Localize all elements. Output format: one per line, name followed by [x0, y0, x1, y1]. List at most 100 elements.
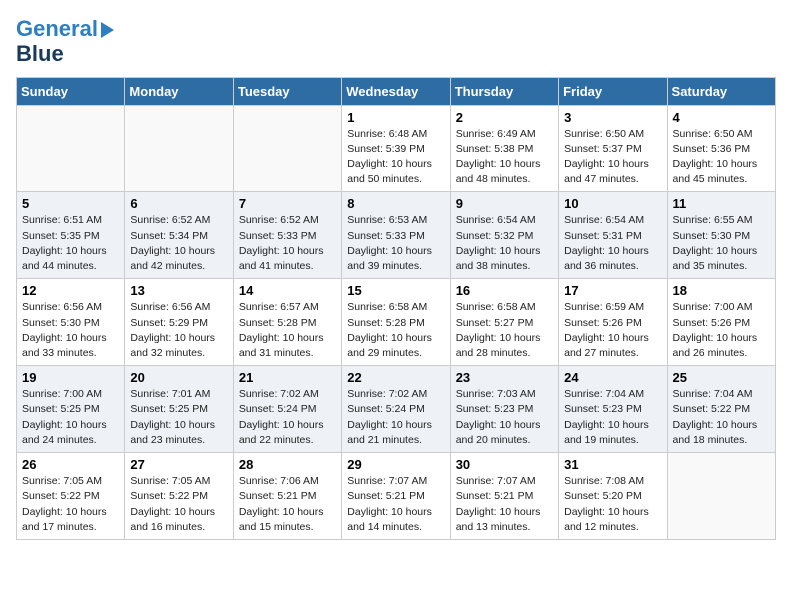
day-info: Sunrise: 7:02 AM Sunset: 5:24 PM Dayligh… [347, 387, 444, 448]
day-number: 31 [564, 457, 661, 472]
day-info: Sunrise: 7:02 AM Sunset: 5:24 PM Dayligh… [239, 387, 336, 448]
day-info: Sunrise: 7:01 AM Sunset: 5:25 PM Dayligh… [130, 387, 227, 448]
day-number: 30 [456, 457, 553, 472]
day-info: Sunrise: 7:05 AM Sunset: 5:22 PM Dayligh… [22, 474, 119, 535]
day-number: 19 [22, 370, 119, 385]
calendar-cell: 25 Sunrise: 7:04 AM Sunset: 5:22 PM Dayli… [667, 366, 775, 453]
day-number: 16 [456, 283, 553, 298]
logo-text: General [16, 16, 114, 41]
logo-blue: Blue [16, 41, 114, 66]
calendar-cell: 7 Sunrise: 6:52 AM Sunset: 5:33 PM Daylig… [233, 192, 341, 279]
day-info: Sunrise: 6:54 AM Sunset: 5:31 PM Dayligh… [564, 213, 661, 274]
day-number: 1 [347, 110, 444, 125]
calendar-cell: 18 Sunrise: 7:00 AM Sunset: 5:26 PM Dayli… [667, 279, 775, 366]
calendar-cell: 9 Sunrise: 6:54 AM Sunset: 5:32 PM Daylig… [450, 192, 558, 279]
calendar-cell: 11 Sunrise: 6:55 AM Sunset: 5:30 PM Dayli… [667, 192, 775, 279]
day-number: 28 [239, 457, 336, 472]
day-info: Sunrise: 7:08 AM Sunset: 5:20 PM Dayligh… [564, 474, 661, 535]
calendar-cell: 13 Sunrise: 6:56 AM Sunset: 5:29 PM Dayli… [125, 279, 233, 366]
day-number: 14 [239, 283, 336, 298]
day-info: Sunrise: 6:52 AM Sunset: 5:33 PM Dayligh… [239, 213, 336, 274]
day-info: Sunrise: 6:49 AM Sunset: 5:38 PM Dayligh… [456, 127, 553, 188]
day-info: Sunrise: 6:58 AM Sunset: 5:27 PM Dayligh… [456, 300, 553, 361]
day-info: Sunrise: 7:06 AM Sunset: 5:21 PM Dayligh… [239, 474, 336, 535]
weekday-sunday: Sunday [17, 77, 125, 105]
day-info: Sunrise: 6:56 AM Sunset: 5:30 PM Dayligh… [22, 300, 119, 361]
calendar-cell: 10 Sunrise: 6:54 AM Sunset: 5:31 PM Dayli… [559, 192, 667, 279]
day-number: 10 [564, 196, 661, 211]
day-info: Sunrise: 7:04 AM Sunset: 5:23 PM Dayligh… [564, 387, 661, 448]
day-number: 6 [130, 196, 227, 211]
day-info: Sunrise: 6:48 AM Sunset: 5:39 PM Dayligh… [347, 127, 444, 188]
calendar-cell: 17Sunrise: 6:59 AM Sunset: 5:26 PM Dayli… [559, 279, 667, 366]
calendar-cell: 5Sunrise: 6:51 AM Sunset: 5:35 PM Daylig… [17, 192, 125, 279]
day-info: Sunrise: 6:51 AM Sunset: 5:35 PM Dayligh… [22, 213, 119, 274]
day-info: Sunrise: 6:53 AM Sunset: 5:33 PM Dayligh… [347, 213, 444, 274]
weekday-tuesday: Tuesday [233, 77, 341, 105]
calendar-cell: 4 Sunrise: 6:50 AM Sunset: 5:36 PM Daylig… [667, 105, 775, 192]
calendar-cell: 20Sunrise: 7:01 AM Sunset: 5:25 PM Dayli… [125, 366, 233, 453]
day-number: 26 [22, 457, 119, 472]
calendar-cell: 12 Sunrise: 6:56 AM Sunset: 5:30 PM Dayli… [17, 279, 125, 366]
day-info: Sunrise: 6:50 AM Sunset: 5:36 PM Dayligh… [673, 127, 770, 188]
calendar-cell [125, 105, 233, 192]
calendar-cell: 24 Sunrise: 7:04 AM Sunset: 5:23 PM Dayli… [559, 366, 667, 453]
day-info: Sunrise: 7:03 AM Sunset: 5:23 PM Dayligh… [456, 387, 553, 448]
day-number: 29 [347, 457, 444, 472]
logo: General Blue [16, 16, 114, 67]
day-info: Sunrise: 7:07 AM Sunset: 5:21 PM Dayligh… [456, 474, 553, 535]
day-info: Sunrise: 6:54 AM Sunset: 5:32 PM Dayligh… [456, 213, 553, 274]
day-info: Sunrise: 6:50 AM Sunset: 5:37 PM Dayligh… [564, 127, 661, 188]
weekday-thursday: Thursday [450, 77, 558, 105]
day-number: 4 [673, 110, 770, 125]
calendar-cell: 19 Sunrise: 7:00 AM Sunset: 5:25 PM Dayli… [17, 366, 125, 453]
calendar-cell: 21 Sunrise: 7:02 AM Sunset: 5:24 PM Dayli… [233, 366, 341, 453]
day-info: Sunrise: 6:55 AM Sunset: 5:30 PM Dayligh… [673, 213, 770, 274]
day-number: 18 [673, 283, 770, 298]
day-number: 25 [673, 370, 770, 385]
day-number: 21 [239, 370, 336, 385]
day-info: Sunrise: 7:00 AM Sunset: 5:26 PM Dayligh… [673, 300, 770, 361]
calendar-cell: 2Sunrise: 6:49 AM Sunset: 5:38 PM Daylig… [450, 105, 558, 192]
week-row-2: 5Sunrise: 6:51 AM Sunset: 5:35 PM Daylig… [17, 192, 776, 279]
weekday-wednesday: Wednesday [342, 77, 450, 105]
weekday-friday: Friday [559, 77, 667, 105]
calendar-table: SundayMondayTuesdayWednesdayThursdayFrid… [16, 77, 776, 540]
day-number: 7 [239, 196, 336, 211]
day-info: Sunrise: 6:57 AM Sunset: 5:28 PM Dayligh… [239, 300, 336, 361]
week-row-3: 12 Sunrise: 6:56 AM Sunset: 5:30 PM Dayli… [17, 279, 776, 366]
calendar-cell [667, 453, 775, 540]
calendar-cell: 23 Sunrise: 7:03 AM Sunset: 5:23 PM Dayli… [450, 366, 558, 453]
day-number: 11 [673, 196, 770, 211]
calendar-cell: 14 Sunrise: 6:57 AM Sunset: 5:28 PM Dayli… [233, 279, 341, 366]
day-number: 9 [456, 196, 553, 211]
page-header: General Blue [16, 16, 776, 67]
day-info: Sunrise: 7:00 AM Sunset: 5:25 PM Dayligh… [22, 387, 119, 448]
calendar-body: 1 Sunrise: 6:48 AM Sunset: 5:39 PM Daylig… [17, 105, 776, 539]
day-info: Sunrise: 7:04 AM Sunset: 5:22 PM Dayligh… [673, 387, 770, 448]
day-number: 12 [22, 283, 119, 298]
day-info: Sunrise: 7:07 AM Sunset: 5:21 PM Dayligh… [347, 474, 444, 535]
calendar-cell: 28 Sunrise: 7:06 AM Sunset: 5:21 PM Dayli… [233, 453, 341, 540]
day-number: 22 [347, 370, 444, 385]
day-number: 23 [456, 370, 553, 385]
day-number: 27 [130, 457, 227, 472]
calendar-cell: 15Sunrise: 6:58 AM Sunset: 5:28 PM Dayli… [342, 279, 450, 366]
calendar-cell: 27 Sunrise: 7:05 AM Sunset: 5:22 PM Dayli… [125, 453, 233, 540]
day-info: Sunrise: 6:59 AM Sunset: 5:26 PM Dayligh… [564, 300, 661, 361]
day-info: Sunrise: 6:56 AM Sunset: 5:29 PM Dayligh… [130, 300, 227, 361]
calendar-cell: 26 Sunrise: 7:05 AM Sunset: 5:22 PM Dayli… [17, 453, 125, 540]
weekday-saturday: Saturday [667, 77, 775, 105]
week-row-5: 26 Sunrise: 7:05 AM Sunset: 5:22 PM Dayli… [17, 453, 776, 540]
day-number: 24 [564, 370, 661, 385]
calendar-cell: 30 Sunrise: 7:07 AM Sunset: 5:21 PM Dayli… [450, 453, 558, 540]
calendar-cell: 29 Sunrise: 7:07 AM Sunset: 5:21 PM Dayli… [342, 453, 450, 540]
day-number: 13 [130, 283, 227, 298]
day-number: 3 [564, 110, 661, 125]
weekday-monday: Monday [125, 77, 233, 105]
day-info: Sunrise: 6:52 AM Sunset: 5:34 PM Dayligh… [130, 213, 227, 274]
week-row-4: 19 Sunrise: 7:00 AM Sunset: 5:25 PM Dayli… [17, 366, 776, 453]
day-info: Sunrise: 7:05 AM Sunset: 5:22 PM Dayligh… [130, 474, 227, 535]
calendar-cell [17, 105, 125, 192]
day-number: 8 [347, 196, 444, 211]
